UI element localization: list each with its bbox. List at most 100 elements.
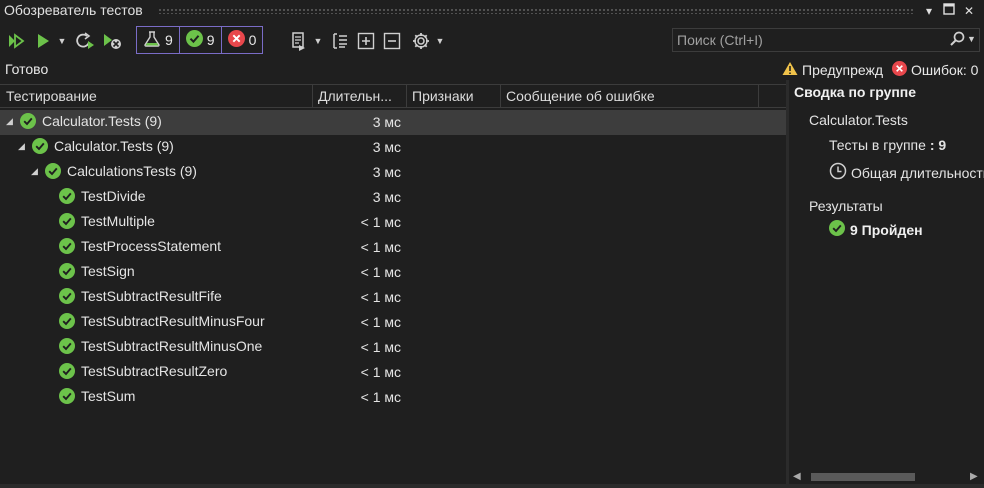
row-count: (9) <box>144 113 162 129</box>
scroll-right-icon[interactable]: ▶ <box>970 471 978 482</box>
row-name: TestMultiple <box>81 213 155 229</box>
column-divider[interactable] <box>406 85 407 108</box>
passed-icon <box>185 30 203 50</box>
run-dropdown-icon[interactable]: ▼ <box>56 30 68 52</box>
search-box: ▼ <box>672 28 980 52</box>
warnings-indicator[interactable]: Предупрежд <box>782 61 883 79</box>
row-name: TestSubtractResultFife <box>81 288 222 304</box>
test-row[interactable]: TestMultiple < 1 мс <box>0 210 786 235</box>
scroll-left-icon[interactable]: ◀ <box>793 471 801 482</box>
row-duration: < 1 мс <box>360 364 401 380</box>
test-row[interactable]: TestSubtractResultZero < 1 мс <box>0 360 786 385</box>
failed-count: 0 <box>248 32 257 48</box>
window-title: Обозреватель тестов <box>4 2 143 18</box>
row-name: Calculator.Tests <box>42 113 141 129</box>
passed-icon <box>20 113 36 129</box>
repeat-run-icon[interactable] <box>74 30 96 52</box>
row-duration: < 1 мс <box>360 339 401 355</box>
run-icon[interactable] <box>34 30 52 52</box>
bottom-border <box>0 484 984 488</box>
warnings-label: Предупрежд <box>802 62 884 78</box>
test-row[interactable]: TestSign < 1 мс <box>0 260 786 285</box>
row-duration: < 1 мс <box>360 314 401 330</box>
column-divider[interactable] <box>500 85 501 108</box>
dropdown-icon[interactable]: ▾ <box>920 2 938 20</box>
run-all-icon[interactable] <box>6 30 26 52</box>
maximize-icon[interactable] <box>940 2 958 20</box>
expand-all-icon[interactable] <box>356 30 376 52</box>
search-input[interactable] <box>677 31 937 49</box>
passed-icon <box>829 220 845 239</box>
row-duration: < 1 мс <box>360 264 401 280</box>
total-tests-filter[interactable]: 9 <box>137 27 180 53</box>
summary-passed[interactable]: 9 Пройден <box>829 220 923 239</box>
status-bar: Готово Предупрежд Ошибок: 0 <box>0 58 984 80</box>
settings-gear-icon[interactable] <box>410 30 432 52</box>
test-group-row[interactable]: ◢ Calculator.Tests (9) 3 мс <box>0 110 786 135</box>
collapse-triangle-icon[interactable]: ◢ <box>6 117 14 126</box>
total-duration-label: Общая длительность <box>851 164 984 181</box>
summary-total-duration: Общая длительность <box>829 162 984 183</box>
search-icon[interactable] <box>949 31 965 50</box>
total-count: 9 <box>165 32 173 48</box>
summary-title: Сводка по группе <box>794 84 917 100</box>
row-duration: 3 мс <box>372 139 401 155</box>
passed-tests-filter[interactable]: 9 <box>180 27 222 53</box>
test-row[interactable]: TestSubtractResultFife < 1 мс <box>0 285 786 310</box>
cancel-run-icon[interactable] <box>100 30 124 52</box>
test-counters: 9 9 0 <box>136 26 264 54</box>
row-duration: 3 мс <box>372 189 401 205</box>
scrollbar-thumb[interactable] <box>811 473 915 481</box>
title-grip[interactable] <box>158 8 914 14</box>
errors-indicator[interactable]: Ошибок: 0 <box>892 61 978 79</box>
passed-icon <box>59 288 75 304</box>
test-row[interactable]: TestSubtractResultMinusFour < 1 мс <box>0 310 786 335</box>
passed-count: 9 <box>206 32 215 48</box>
row-name: Calculator.Tests <box>54 138 153 154</box>
search-options-icon[interactable]: ▼ <box>967 34 976 44</box>
collapse-all-icon[interactable] <box>382 30 402 52</box>
passed-icon <box>59 363 75 379</box>
column-header-duration[interactable]: Длительн... <box>318 88 404 104</box>
column-header: Тестирование Длительн... Признаки Сообще… <box>0 84 786 108</box>
summary-group-name: Calculator.Tests <box>809 112 908 128</box>
playlist-dropdown-icon[interactable]: ▼ <box>312 30 324 52</box>
collapse-triangle-icon[interactable]: ◢ <box>31 167 39 176</box>
test-group-row[interactable]: ◢ Calculator.Tests (9) 3 мс <box>0 135 786 160</box>
passed-icon <box>59 213 75 229</box>
tests-in-group-label: Тесты в группе <box>829 137 926 153</box>
row-count: (9) <box>156 138 174 154</box>
column-header-error-message[interactable]: Сообщение об ошибке <box>506 88 655 104</box>
row-name: TestSum <box>81 388 136 404</box>
row-duration: < 1 мс <box>360 239 401 255</box>
collapse-triangle-icon[interactable]: ◢ <box>18 142 26 151</box>
warning-icon <box>782 61 798 79</box>
test-row[interactable]: TestProcessStatement < 1 мс <box>0 235 786 260</box>
row-name: TestDivide <box>81 188 146 204</box>
row-name: CalculationsTests <box>67 163 176 179</box>
playlist-icon[interactable] <box>288 30 310 52</box>
test-row[interactable]: TestSubtractResultMinusOne < 1 мс <box>0 335 786 360</box>
column-divider[interactable] <box>312 85 313 108</box>
passed-icon <box>45 163 61 179</box>
test-row[interactable]: TestDivide 3 мс <box>0 185 786 210</box>
group-summary-panel: Сводка по группе Calculator.Tests Тесты … <box>789 80 984 488</box>
column-divider[interactable] <box>758 85 759 108</box>
summary-tests-in-group: Тесты в группе : 9 <box>829 137 947 153</box>
column-header-test[interactable]: Тестирование <box>6 88 97 104</box>
test-list: Тестирование Длительн... Признаки Сообще… <box>0 84 786 488</box>
passed-text: 9 Пройден <box>850 221 923 238</box>
failed-tests-filter[interactable]: 0 <box>222 27 263 53</box>
settings-dropdown-icon[interactable]: ▼ <box>434 30 446 52</box>
group-by-icon[interactable] <box>330 30 350 52</box>
summary-horizontal-scrollbar[interactable]: ◀ ▶ <box>789 470 984 484</box>
column-header-traits[interactable]: Признаки <box>412 88 474 104</box>
passed-icon <box>59 388 75 404</box>
passed-icon <box>59 313 75 329</box>
test-group-row[interactable]: ◢ CalculationsTests (9) 3 мс <box>0 160 786 185</box>
test-row[interactable]: TestSum < 1 мс <box>0 385 786 410</box>
passed-icon <box>32 138 48 154</box>
close-icon[interactable]: ✕ <box>960 2 978 20</box>
row-duration: < 1 мс <box>360 214 401 230</box>
row-name: TestSubtractResultMinusFour <box>81 313 265 329</box>
